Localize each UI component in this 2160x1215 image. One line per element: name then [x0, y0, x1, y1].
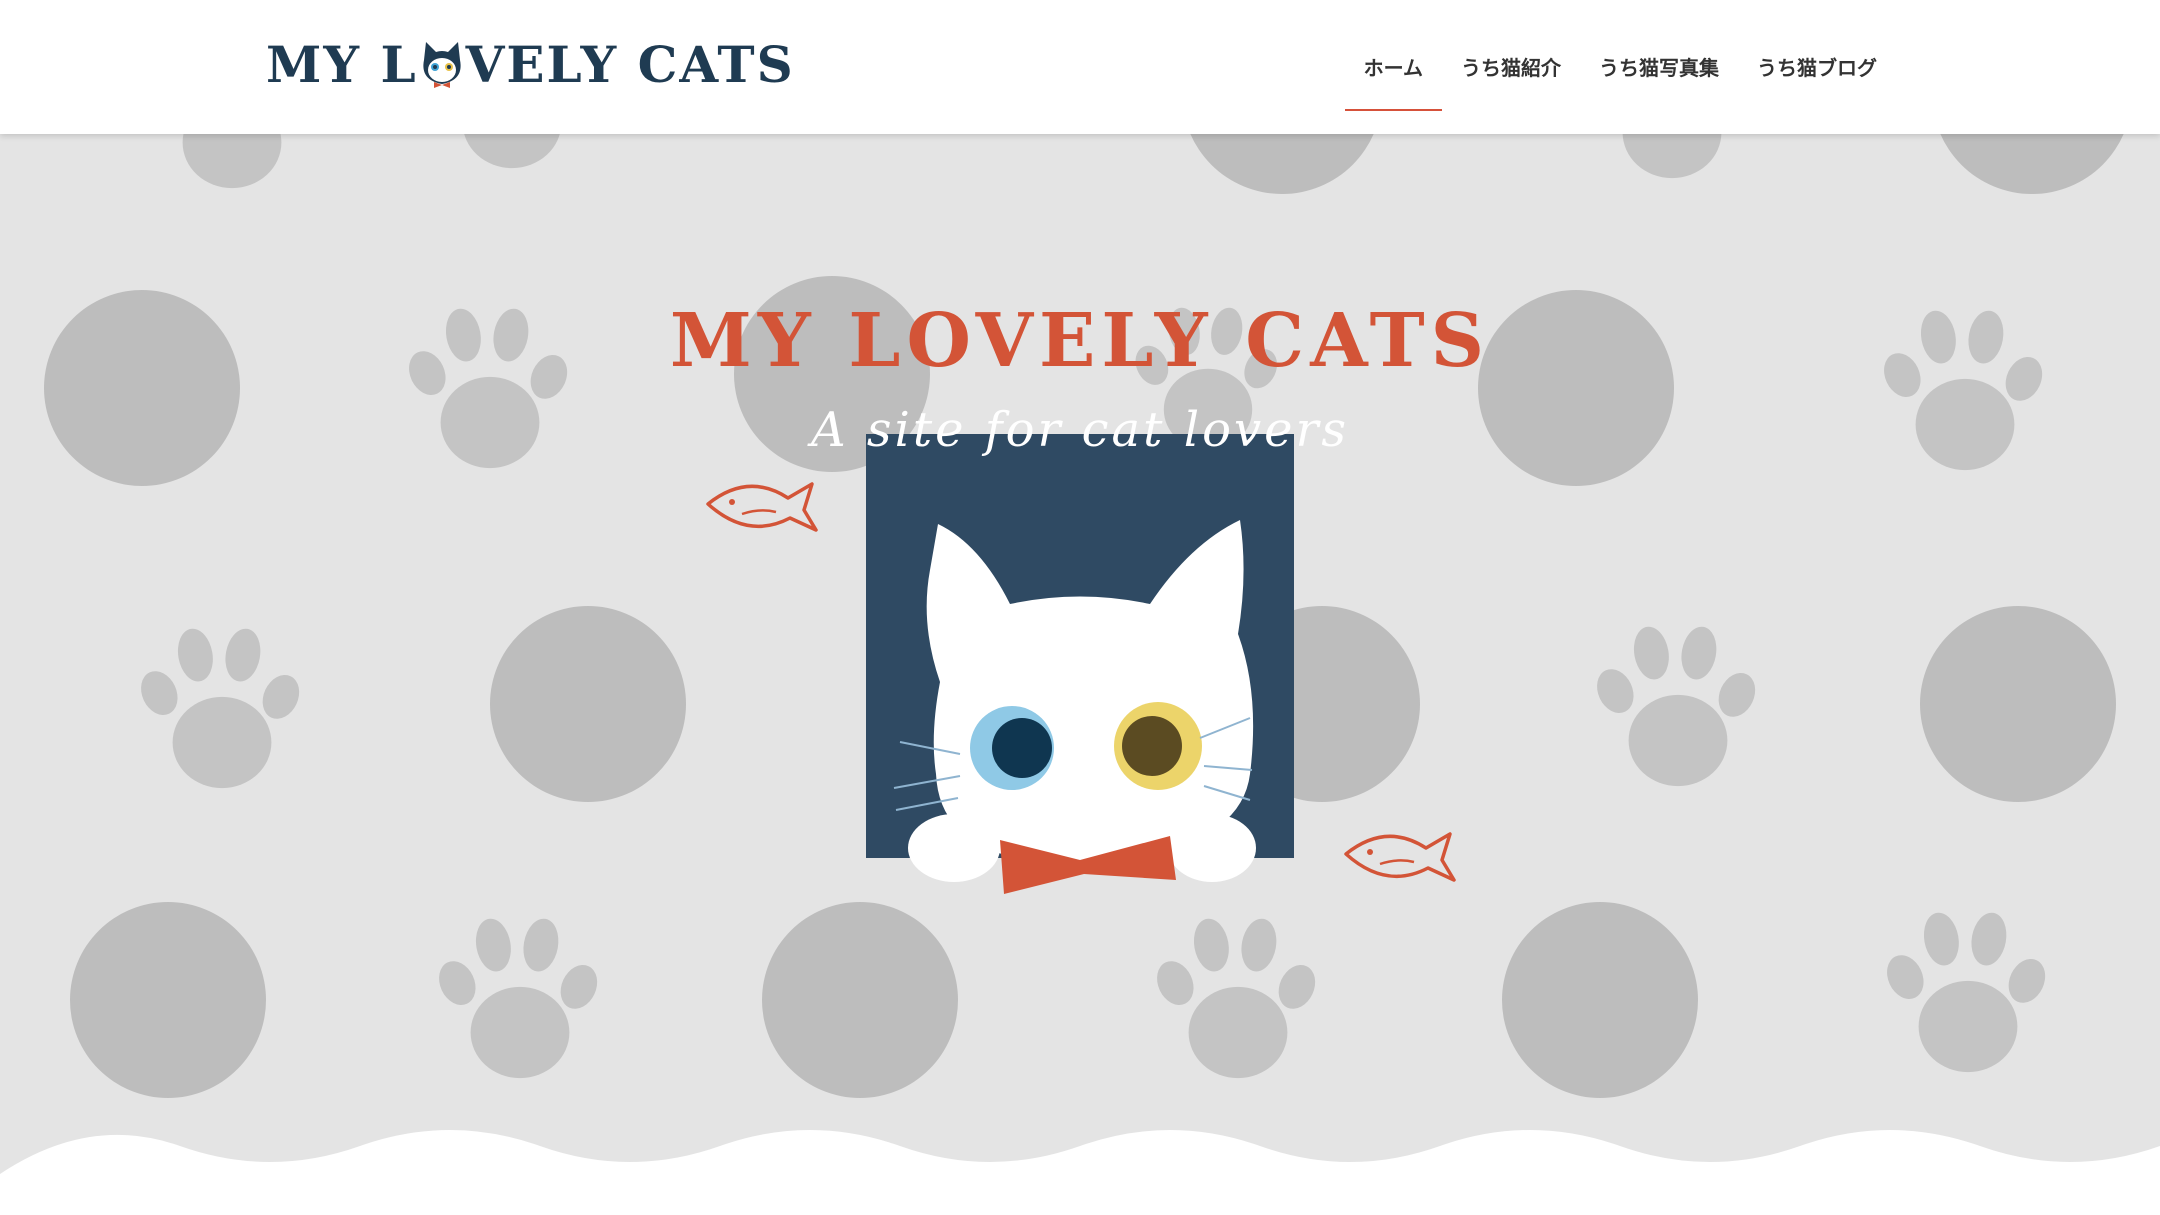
- cat-logo-icon: [422, 42, 461, 88]
- cat-illustration: [866, 434, 1294, 894]
- hero-subtitle: A site for cat lovers: [810, 402, 1350, 458]
- site-logo[interactable]: MY L VELY CATS: [266, 34, 795, 94]
- nav-item-cat-intro[interactable]: うち猫紹介: [1442, 40, 1580, 111]
- main-nav: ホーム うち猫紹介 うち猫写真集 うち猫ブログ: [1344, 40, 1896, 111]
- nav-item-home[interactable]: ホーム: [1344, 40, 1443, 111]
- hero-title: MY LOVELY CATS: [669, 298, 1491, 384]
- logo-text-left: MY L: [266, 34, 418, 94]
- hero-section: MY LOVELY CATS A site for cat lovers: [0, 134, 2160, 1215]
- hero-background: [0, 134, 2160, 1215]
- nav-item-blog[interactable]: うち猫ブログ: [1738, 40, 1896, 111]
- nav-item-photo-album[interactable]: うち猫写真集: [1580, 40, 1738, 111]
- site-header: MY L VELY CATS ホーム うち猫紹介 うち猫写真集 うち猫ブログ: [0, 0, 2160, 134]
- logo-text-right: VELY CATS: [465, 34, 795, 94]
